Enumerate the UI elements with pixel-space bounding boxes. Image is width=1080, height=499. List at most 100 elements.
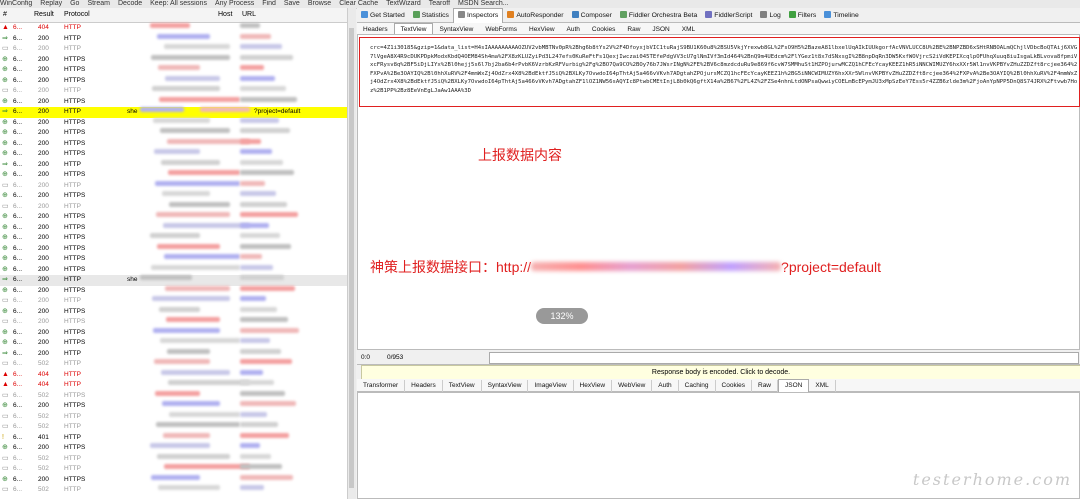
session-row[interactable]: ▭ 6... 200 HTTP: [0, 44, 347, 55]
response-tab-transformer[interactable]: Transformer: [357, 380, 406, 392]
session-row[interactable]: ⇒ 6... 200 HTTP: [0, 33, 347, 45]
row-result: 502: [38, 486, 49, 493]
toolbar-item[interactable]: Go: [70, 0, 79, 8]
session-row[interactable]: ⊕ 6... 200 HTTPS: [0, 222, 347, 234]
session-row[interactable]: ⇒ 6... 200 HTTP she ?project=default: [0, 107, 347, 118]
toolbar-item[interactable]: Browse: [308, 0, 331, 8]
row-result: 200: [38, 76, 49, 84]
response-tab-textview[interactable]: TextView: [443, 380, 482, 392]
session-row[interactable]: ▲ 6... 404 HTTP: [0, 369, 347, 381]
session-row[interactable]: ! 6... 401 HTTP: [0, 432, 347, 444]
response-tab-syntaxview[interactable]: SyntaxView: [482, 380, 529, 392]
session-row[interactable]: ⊕ 6... 200 HTTPS: [0, 264, 347, 276]
tab-composer[interactable]: Composer: [568, 9, 616, 23]
tab-statistics[interactable]: Statistics: [409, 9, 453, 23]
session-row[interactable]: ⊕ 6... 200 HTTPS: [0, 75, 347, 87]
session-row[interactable]: ▭ 6... 502 HTTP: [0, 422, 347, 433]
row-number: 6...: [13, 381, 23, 388]
row-protocol: HTTP: [64, 433, 81, 441]
toolbar-item[interactable]: Find: [262, 0, 276, 8]
response-tab-caching[interactable]: Caching: [679, 380, 716, 392]
session-row[interactable]: ⊕ 6... 200 HTTPS: [0, 285, 347, 297]
col-host-header[interactable]: Host: [218, 11, 232, 18]
session-row[interactable]: ⇒ 6... 200 HTTP: [0, 348, 347, 360]
toolbar-item[interactable]: Replay: [40, 0, 62, 8]
redacted-host: [152, 86, 220, 91]
tab-log[interactable]: Log: [756, 9, 784, 23]
col-result-header[interactable]: Result: [34, 11, 54, 18]
toolbar-item[interactable]: Save: [284, 0, 300, 8]
toolbar-item[interactable]: MSDN Search...: [458, 0, 509, 8]
response-tab-imageview[interactable]: ImageView: [528, 380, 574, 392]
session-row[interactable]: ▭ 6... 502 HTTP: [0, 453, 347, 465]
session-row[interactable]: ⇒ 6... 200 HTTP she: [0, 275, 347, 286]
toolbar-item[interactable]: Decode: [118, 0, 142, 8]
quickfind-input[interactable]: [489, 352, 1079, 364]
decode-notice[interactable]: Response body is encoded. Click to decod…: [361, 365, 1080, 380]
session-row[interactable]: ▲ 6... 404 HTTP: [0, 23, 347, 34]
toolbar-item[interactable]: Stream: [87, 0, 110, 8]
session-row[interactable]: ⊕ 6... 200 HTTPS: [0, 474, 347, 486]
session-row[interactable]: ⊕ 6... 200 HTTPS: [0, 212, 347, 223]
session-row[interactable]: ▭ 6... 502 HTTP: [0, 464, 347, 475]
session-row[interactable]: ⊕ 6... 200 HTTPS: [0, 128, 347, 139]
session-row[interactable]: ▲ 6... 404 HTTP: [0, 380, 347, 391]
session-row[interactable]: ▭ 6... 502 HTTP: [0, 359, 347, 370]
session-row[interactable]: ⊕ 6... 200 HTTPS: [0, 254, 347, 265]
tab-fiddler-orchestra-beta[interactable]: Fiddler Orchestra Beta: [616, 9, 701, 23]
session-row[interactable]: ⊕ 6... 200 HTTPS: [0, 401, 347, 412]
tab-timeline[interactable]: Timeline: [820, 9, 862, 23]
session-row[interactable]: ▭ 6... 502 HTTPS: [0, 390, 347, 402]
toolbar-item[interactable]: Keep: All sessions: [150, 0, 207, 8]
toolbar-item[interactable]: Clear Cache: [339, 0, 378, 8]
response-tab-auth[interactable]: Auth: [652, 380, 679, 392]
session-row[interactable]: ⊕ 6... 200 HTTPS: [0, 96, 347, 108]
tab-get-started[interactable]: Get Started: [357, 9, 409, 23]
response-tab-cookies[interactable]: Cookies: [716, 380, 752, 392]
session-row[interactable]: ▭ 6... 200 HTTP: [0, 180, 347, 192]
session-row[interactable]: ▭ 6... 200 HTTPS: [0, 317, 347, 328]
session-row[interactable]: ⊕ 6... 200 HTTPS: [0, 170, 347, 181]
response-tab-raw[interactable]: Raw: [752, 380, 779, 392]
session-list-scrollbar[interactable]: [347, 8, 356, 499]
session-row[interactable]: ▭ 6... 200 HTTP: [0, 201, 347, 213]
session-row[interactable]: ⊕ 6... 200 HTTPS: [0, 338, 347, 349]
toolbar-item[interactable]: Any Process: [215, 0, 254, 8]
row-protocol: HTTPS: [64, 97, 86, 105]
tab-filters[interactable]: Filters: [785, 9, 821, 23]
session-row[interactable]: ⊕ 6... 200 HTTPS: [0, 306, 347, 318]
tab-autoresponder[interactable]: AutoResponder: [503, 9, 567, 23]
session-row[interactable]: ▭ 6... 200 HTTP: [0, 296, 347, 307]
response-tab-xml[interactable]: XML: [809, 380, 836, 392]
response-tab-webview[interactable]: WebView: [612, 380, 653, 392]
scrollbar-thumb[interactable]: [349, 28, 354, 488]
session-row[interactable]: ⊕ 6... 200 HTTPS: [0, 327, 347, 339]
response-tab-json[interactable]: JSON: [778, 379, 810, 392]
tab-inspectors[interactable]: Inspectors: [452, 8, 504, 23]
request-textview[interactable]: crc=4Z1i30185&gzip=1&data_list=H4sIAAAAA…: [357, 34, 1080, 350]
session-row[interactable]: ⊕ 6... 200 HTTPS: [0, 233, 347, 244]
response-tab-headers[interactable]: Headers: [405, 380, 443, 392]
session-row[interactable]: ⊕ 6... 200 HTTPS: [0, 138, 347, 150]
session-row[interactable]: ⊕ 6... 200 HTTPS: [0, 149, 347, 160]
session-row[interactable]: ⊕ 6... 200 HTTPS: [0, 54, 347, 66]
tab-fiddlerscript[interactable]: FiddlerScript: [701, 9, 756, 23]
col-num-header[interactable]: #: [3, 11, 7, 18]
session-row[interactable]: ⊕ 6... 200 HTTPS: [0, 65, 347, 76]
session-row[interactable]: ⇒ 6... 200 HTTP: [0, 159, 347, 171]
col-url-header[interactable]: URL: [242, 11, 256, 18]
col-protocol-header[interactable]: Protocol: [64, 11, 90, 18]
session-row[interactable]: ▭ 6... 200 HTTP: [0, 86, 347, 97]
session-icon: ⊕: [2, 118, 8, 126]
redacted-url: [240, 222, 269, 228]
session-row[interactable]: ▭ 6... 502 HTTP: [0, 485, 347, 496]
session-row[interactable]: ⊕ 6... 200 HTTPS: [0, 443, 347, 454]
session-row[interactable]: ▭ 6... 502 HTTP: [0, 411, 347, 423]
toolbar-item[interactable]: Tearoff: [429, 0, 450, 8]
session-row[interactable]: ⊕ 6... 200 HTTPS: [0, 191, 347, 202]
session-row[interactable]: ⊕ 6... 200 HTTPS: [0, 117, 347, 129]
session-row[interactable]: ⊕ 6... 200 HTTPS: [0, 243, 347, 255]
toolbar-item[interactable]: WinConfig: [0, 0, 32, 8]
toolbar-item[interactable]: TextWizard: [386, 0, 421, 8]
response-tab-hexview[interactable]: HexView: [574, 380, 613, 392]
